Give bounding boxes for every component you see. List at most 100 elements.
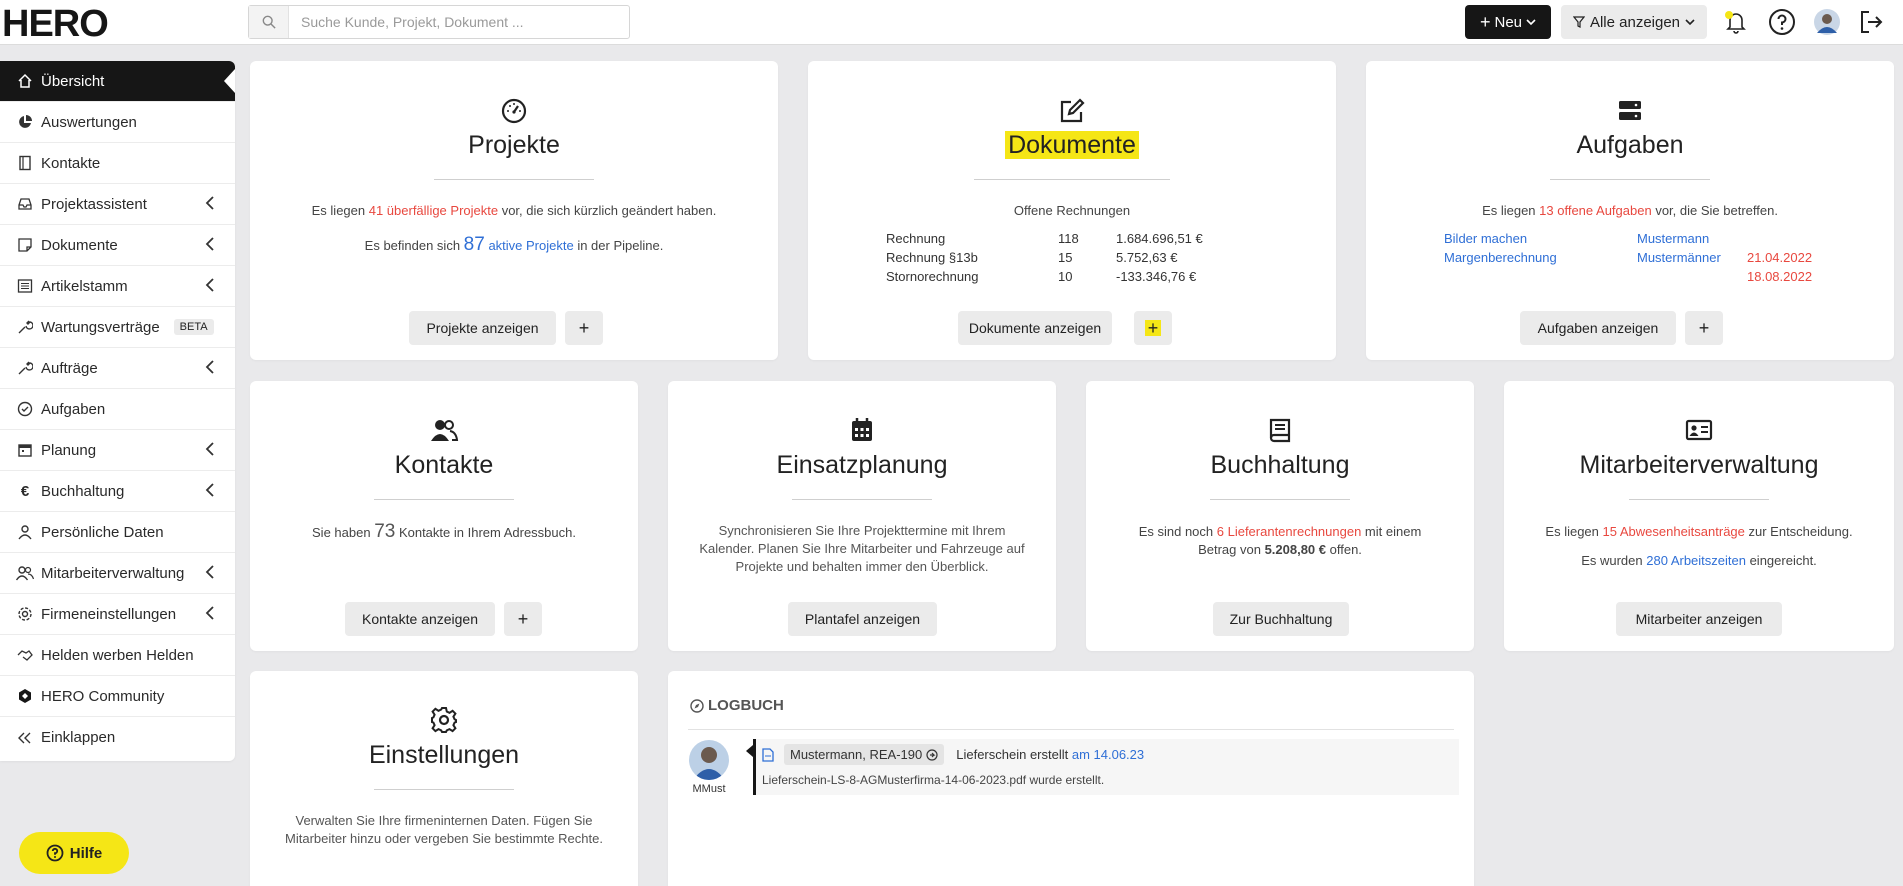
new-button[interactable]: + Neu xyxy=(1465,5,1551,39)
sidebar-item-mitarbeiterverwaltung[interactable]: Mitarbeiterverwaltung xyxy=(0,553,235,594)
open-amount: 5.208,80 € xyxy=(1264,542,1327,557)
help-button[interactable]: Hilfe xyxy=(19,832,129,874)
log-entry-header: Mustermann, REA-190 Lieferschein erstell… xyxy=(762,744,1144,765)
sidebar-item-buchhaltung[interactable]: € Buchhaltung xyxy=(0,471,235,512)
task-list: Bilder machen Mustermann Margenberechnung… xyxy=(1444,231,1812,288)
sidebar-item-planung[interactable]: Planung xyxy=(0,430,235,471)
sidebar-item-artikelstamm[interactable]: Artikelstamm xyxy=(0,266,235,307)
sidebar-collapse[interactable]: Einklappen xyxy=(0,717,235,758)
card-title: Einsatzplanung xyxy=(776,451,948,479)
dokumente-anzeigen-button[interactable]: Dokumente anzeigen xyxy=(958,311,1112,345)
list-item[interactable]: 18.08.2022 xyxy=(1444,269,1812,288)
aufgaben-anzeigen-button[interactable]: Aufgaben anzeigen xyxy=(1520,311,1676,345)
add-contact-button[interactable]: + xyxy=(504,602,542,636)
table-row: Stornorechnung 10 -133.346,76 € xyxy=(886,269,1197,284)
working-times-text: Es wurden 280 Arbeitszeiten eingereicht. xyxy=(1581,553,1817,568)
card-title: Kontakte xyxy=(394,451,494,479)
edit-icon xyxy=(1060,98,1085,123)
log-entity-chip[interactable]: Mustermann, REA-190 xyxy=(784,744,945,765)
hero-logo-icon xyxy=(16,687,34,705)
sidebar-item-label: Buchhaltung xyxy=(41,482,125,500)
log-date-link[interactable]: am 14.06.23 xyxy=(1072,747,1144,762)
sidebar-item-label: Mitarbeiterverwaltung xyxy=(41,564,185,582)
search-box[interactable] xyxy=(248,5,630,39)
hero-logo[interactable]: HERO xyxy=(2,4,164,40)
kontakte-anzeigen-button[interactable]: Kontakte anzeigen xyxy=(345,602,495,636)
sidebar-item-label: Planung xyxy=(41,441,97,459)
absence-requests-link[interactable]: 15 Abwesenheitsanträge xyxy=(1603,524,1745,539)
server-icon xyxy=(1619,101,1641,120)
absence-requests-text: Es liegen 15 Abwesenheitsanträge zur Ent… xyxy=(1545,524,1853,539)
chevron-left-icon xyxy=(205,483,214,497)
offene-rechnungen-link[interactable]: Offene Rechnungen xyxy=(808,202,1336,220)
sidebar-item-dokumente[interactable]: Dokumente xyxy=(0,225,235,266)
note-icon xyxy=(16,236,34,254)
divider xyxy=(792,499,932,500)
active-projects-count[interactable]: 87 xyxy=(464,234,485,255)
plantafel-anzeigen-button[interactable]: Plantafel anzeigen xyxy=(788,602,937,636)
add-document-button[interactable]: + xyxy=(1134,311,1172,345)
sidebar-item-auftraege[interactable]: Aufträge xyxy=(0,348,235,389)
log-action: Lieferschein erstellt xyxy=(956,747,1069,762)
bell-icon[interactable] xyxy=(1720,6,1752,38)
add-project-button[interactable]: + xyxy=(565,311,603,345)
table-row: Rechnung §13b 15 5.752,63 € xyxy=(886,250,1178,265)
book-icon xyxy=(1269,418,1291,443)
sidebar-item-wartungsvertraege[interactable]: Wartungsverträge BETA xyxy=(0,307,235,348)
projekte-active-text: Es befinden sich 87 aktive Projekte in d… xyxy=(364,234,664,255)
card-title: Einstellungen xyxy=(368,741,520,769)
sidebar-item-label: Persönliche Daten xyxy=(41,523,164,541)
sidebar-item-uebersicht[interactable]: Übersicht xyxy=(0,61,235,102)
list-item[interactable]: Margenberechnung Mustermänner 21.04.2022 xyxy=(1444,250,1812,269)
kontakte-count-text: Sie haben 73 Kontakte in Ihrem Adressbuc… xyxy=(312,521,576,542)
divider xyxy=(374,789,514,790)
chevron-left-icon xyxy=(205,442,214,456)
sidebar-item-label: HERO Community xyxy=(41,687,165,705)
sidebar-item-helden-werben-helden[interactable]: Helden werben Helden xyxy=(0,635,235,676)
divider xyxy=(974,179,1170,180)
sidebar-item-label: Projektassistent xyxy=(41,195,147,213)
wrench-icon xyxy=(16,318,34,336)
sidebar-item-label: Aufgaben xyxy=(41,400,106,418)
calendar-icon xyxy=(16,441,34,459)
mitarbeiter-anzeigen-button[interactable]: Mitarbeiter anzeigen xyxy=(1616,602,1782,636)
list-item[interactable]: Bilder machen Mustermann xyxy=(1444,231,1812,250)
user-icon xyxy=(16,523,34,541)
einsatzplanung-description: Synchronisieren Sie Ihre Projekttermine … xyxy=(699,523,1025,574)
table-row: Rechnung 118 1.684.696,51 € xyxy=(886,231,1203,246)
zur-buchhaltung-button[interactable]: Zur Buchhaltung xyxy=(1213,602,1349,636)
help-icon[interactable] xyxy=(1766,6,1798,38)
working-times-link[interactable]: 280 Arbeitszeiten xyxy=(1646,553,1746,568)
einstellungen-card: Einstellungen Verwalten Sie Ihre firmeni… xyxy=(250,671,638,886)
search-input[interactable] xyxy=(289,14,619,30)
filter-button[interactable]: Alle anzeigen xyxy=(1561,5,1707,39)
supplier-invoices-link[interactable]: 6 Lieferantenrechnungen xyxy=(1217,524,1362,539)
sidebar-item-auswertungen[interactable]: Auswertungen xyxy=(0,102,235,143)
sidebar-item-label: Dokumente xyxy=(41,236,118,254)
logout-icon[interactable] xyxy=(1855,6,1887,38)
sidebar-item-firmeneinstellungen[interactable]: Firmeneinstellungen xyxy=(0,594,235,635)
sidebar-item-aufgaben[interactable]: Aufgaben xyxy=(0,389,235,430)
add-task-button[interactable]: + xyxy=(1685,311,1723,345)
sidebar-item-kontakte[interactable]: Kontakte xyxy=(0,143,235,184)
chevron-left-icon xyxy=(205,237,214,251)
chevron-left-icon xyxy=(205,565,214,579)
card-title: Mitarbeiterverwaltung xyxy=(1579,451,1819,479)
top-bar: HERO + Neu Alle anzeigen xyxy=(0,0,1903,45)
avatar[interactable] xyxy=(689,740,729,780)
open-tasks-link[interactable]: 13 offene Aufgaben xyxy=(1539,203,1652,218)
sidebar-item-persoenliche-daten[interactable]: Persönliche Daten xyxy=(0,512,235,553)
users-icon xyxy=(431,420,459,441)
logbuch-title: LOGBUCH xyxy=(690,697,784,714)
sidebar-item-label: Übersicht xyxy=(41,72,105,90)
overdue-projects-link[interactable]: 41 überfällige Projekte xyxy=(369,203,498,218)
check-circle-icon xyxy=(16,400,34,418)
sidebar-item-hero-community[interactable]: HERO Community xyxy=(0,676,235,717)
sidebar-item-label: Wartungsverträge xyxy=(41,318,160,336)
projekte-anzeigen-button[interactable]: Projekte anzeigen xyxy=(409,311,556,345)
user-avatar[interactable] xyxy=(1811,6,1843,38)
sidebar-item-projektassistent[interactable]: Projektassistent xyxy=(0,184,235,225)
active-projects-link[interactable]: aktive Projekte xyxy=(488,238,573,253)
euro-icon: € xyxy=(20,482,30,500)
sidebar-item-label: Auswertungen xyxy=(41,113,137,131)
